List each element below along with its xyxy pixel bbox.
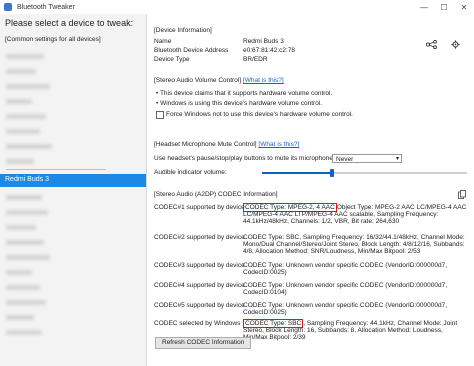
device-list-item[interactable] — [0, 80, 146, 93]
device-name-redacted — [6, 195, 42, 200]
volume-line-1: • This device claims that it supports ha… — [156, 90, 333, 97]
common-settings-item[interactable]: [Common settings for all devices] — [5, 36, 101, 43]
device-list-item[interactable] — [0, 326, 146, 339]
force-volume-checkbox[interactable] — [156, 111, 164, 119]
codec-row-label: CODEC#5 supported by device — [154, 302, 245, 309]
device-name-redacted — [6, 300, 46, 305]
mute-select-value: Never — [336, 156, 354, 163]
mute-buttons-select[interactable]: Never ▾ — [332, 154, 402, 163]
codec-row-value: CODEC Type: SBC, Sampling Frequency: 16/… — [243, 234, 468, 255]
device-info-label: Device Type — [154, 56, 190, 63]
device-name-redacted — [6, 84, 50, 89]
device-list-item[interactable] — [0, 206, 146, 219]
volume-section-title: [Stereo Audio Volume Control] [What is t… — [154, 77, 284, 84]
device-list-item[interactable] — [0, 236, 146, 249]
device-name-redacted — [6, 69, 36, 74]
indicator-volume-label: Audible indicator volume: — [154, 169, 227, 176]
codec-row-value: CODEC Type: Unknown vendor specific CODE… — [243, 262, 468, 276]
codec-row-label: CODEC#4 supported by device — [154, 282, 245, 289]
codec-details-text: CODEC Type: SBC, Sampling Frequency: 16/… — [243, 234, 465, 255]
slider-handle[interactable] — [329, 169, 334, 177]
device-info-value: Redmi Buds 3 — [243, 38, 284, 45]
slider-fill — [262, 172, 332, 174]
force-volume-label: Force Windows not to use this device's h… — [166, 111, 353, 118]
device-list-panel: Please select a device to tweak: [Common… — [0, 14, 147, 366]
device-list-item[interactable] — [0, 191, 146, 204]
device-name-redacted — [6, 210, 48, 215]
device-list-item[interactable] — [0, 110, 146, 123]
volume-line-2: • Windows is using this device's hardwar… — [156, 100, 323, 107]
device-name-redacted — [6, 54, 44, 59]
minimize-button[interactable]: — — [414, 0, 434, 14]
device-list-heading: Please select a device to tweak: — [5, 18, 134, 28]
device-list-item[interactable] — [0, 140, 146, 153]
device-list-item[interactable] — [0, 281, 146, 294]
device-info-value: e0:67:81:42:c2:78 — [243, 47, 296, 54]
maximize-button[interactable]: ☐ — [434, 0, 454, 14]
refresh-codec-button[interactable]: Refresh CODEC Information — [155, 337, 252, 349]
mute-use-label: Use headset's pause/stop/play buttons to… — [154, 155, 335, 162]
device-detail-panel: [Device Information] Name Redmi Buds 3 Blu… — [147, 14, 474, 366]
codec-row-value: CODEC Type: Unknown vendor specific CODE… — [243, 302, 468, 316]
list-divider — [6, 169, 106, 170]
mute-help-link[interactable]: [What is this?] — [258, 141, 299, 148]
device-list-item[interactable] — [0, 65, 146, 78]
codec-details-text: CODEC Type: Unknown vendor specific CODE… — [243, 262, 448, 276]
device-name-redacted — [6, 225, 36, 230]
codec-row-value: CODEC Type: MPEG-2, 4 AAC Object Type: MP… — [243, 203, 468, 225]
device-name-redacted — [6, 285, 40, 290]
codec-row-value: CODEC Type: Unknown vendor specific CODE… — [243, 282, 468, 296]
device-name-redacted — [6, 270, 32, 275]
codec-row-label: CODEC selected by Windows — [154, 320, 241, 327]
window-controls: — ☐ ✕ — [414, 0, 474, 14]
codec-details-text: CODEC Type: Unknown vendor specific CODE… — [243, 302, 448, 316]
indicator-volume-slider[interactable] — [262, 169, 467, 177]
volume-title-text: [Stereo Audio Volume Control] — [154, 77, 242, 84]
device-name-redacted — [6, 330, 42, 335]
close-button[interactable]: ✕ — [454, 0, 474, 14]
device-list-item[interactable] — [0, 296, 146, 309]
codec-details-text: CODEC Type: Unknown vendor specific CODE… — [243, 282, 448, 296]
codec-row-value: CODEC Type: SBC, Sampling Frequency: 44.… — [243, 319, 468, 341]
codec-row-label: CODEC#2 supported by device — [154, 234, 245, 241]
mute-section-title: [Headset Microphone Mute Control] [What … — [154, 141, 299, 148]
device-name-redacted — [6, 315, 34, 320]
codec-row-label: CODEC#1 supported by device — [154, 204, 245, 211]
device-name-redacted — [6, 129, 40, 134]
device-name-redacted — [6, 114, 46, 119]
device-name-redacted — [6, 159, 34, 164]
device-info-label: Bluetooth Device Address — [154, 47, 229, 54]
device-name-redacted — [6, 144, 52, 149]
copy-icon[interactable] — [458, 190, 466, 199]
device-name-redacted — [6, 240, 44, 245]
volume-help-link[interactable]: [What is this?] — [243, 77, 284, 84]
device-list-item[interactable] — [0, 155, 146, 168]
device-list-item[interactable] — [0, 95, 146, 108]
settings-icon[interactable] — [450, 40, 461, 49]
device-info-value: BR/EDR — [243, 56, 268, 63]
codec-row-label: CODEC#3 supported by device — [154, 262, 245, 269]
device-list-item[interactable] — [0, 125, 146, 138]
device-list-item[interactable] — [0, 50, 146, 63]
share-icon[interactable] — [426, 40, 437, 49]
device-list-item[interactable] — [0, 251, 146, 264]
device-list-item[interactable] — [0, 266, 146, 279]
device-name-redacted — [6, 255, 50, 260]
device-list-item[interactable] — [0, 311, 146, 324]
chevron-down-icon: ▾ — [395, 156, 399, 162]
window-title: Bluetooth Tweaker — [17, 3, 75, 11]
device-list-item-selected[interactable]: Redmi Buds 3 — [0, 174, 146, 187]
bluetooth-app-icon — [4, 3, 12, 11]
device-name-redacted — [6, 99, 32, 104]
selected-device-label: Redmi Buds 3 — [5, 176, 49, 183]
codec-section-title: [Stereo Audio (A2DP) CODEC Information] — [154, 191, 278, 198]
device-list-item[interactable] — [0, 221, 146, 234]
title-bar: Bluetooth Tweaker — ☐ ✕ — [0, 0, 474, 14]
mute-title-text: [Headset Microphone Mute Control] — [154, 141, 257, 148]
device-info-label: Name — [154, 38, 172, 45]
device-info-title: [Device Information] — [154, 27, 212, 34]
